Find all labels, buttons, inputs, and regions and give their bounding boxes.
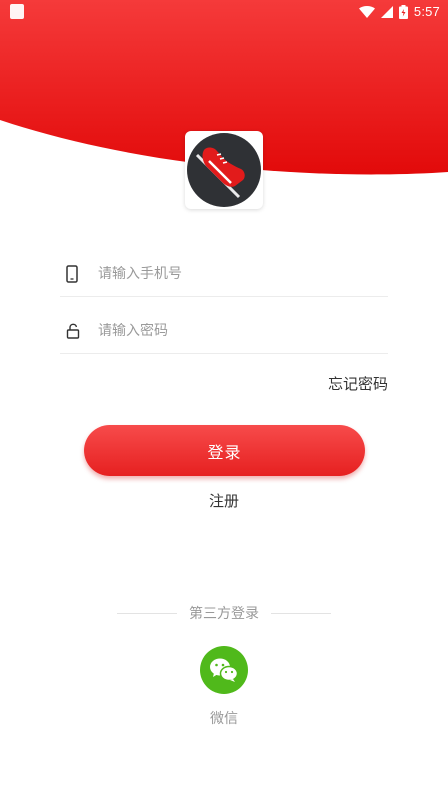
sneaker-logo-icon bbox=[187, 133, 261, 207]
forgot-password-link[interactable]: 忘记密码 bbox=[328, 373, 388, 394]
phone-input[interactable] bbox=[98, 266, 358, 282]
password-field-row bbox=[60, 309, 388, 354]
wechat-label: 微信 bbox=[210, 711, 238, 727]
third-party-login-title: 第三方登录 bbox=[189, 606, 259, 622]
wechat-icon bbox=[210, 658, 239, 682]
battery-icon bbox=[398, 4, 408, 19]
third-party-login-divider: 第三方登录 bbox=[0, 602, 448, 624]
register-link[interactable]: 注册 bbox=[209, 492, 239, 510]
lock-icon bbox=[66, 320, 92, 342]
status-time: 5:57 bbox=[413, 4, 440, 19]
phone-icon bbox=[66, 263, 92, 285]
divider-line-right bbox=[271, 612, 331, 614]
wechat-login-button[interactable] bbox=[200, 646, 248, 694]
wifi-icon bbox=[358, 5, 375, 18]
phone-field-row bbox=[60, 252, 388, 297]
divider-line-left bbox=[117, 612, 177, 614]
notification-icon bbox=[10, 4, 24, 19]
register-row: 注册 bbox=[0, 490, 448, 511]
login-button[interactable]: 登录 bbox=[84, 425, 365, 476]
signal-icon bbox=[380, 5, 393, 18]
status-bar: 5:57 bbox=[0, 0, 448, 24]
app-logo bbox=[185, 131, 263, 209]
password-input[interactable] bbox=[98, 323, 358, 339]
